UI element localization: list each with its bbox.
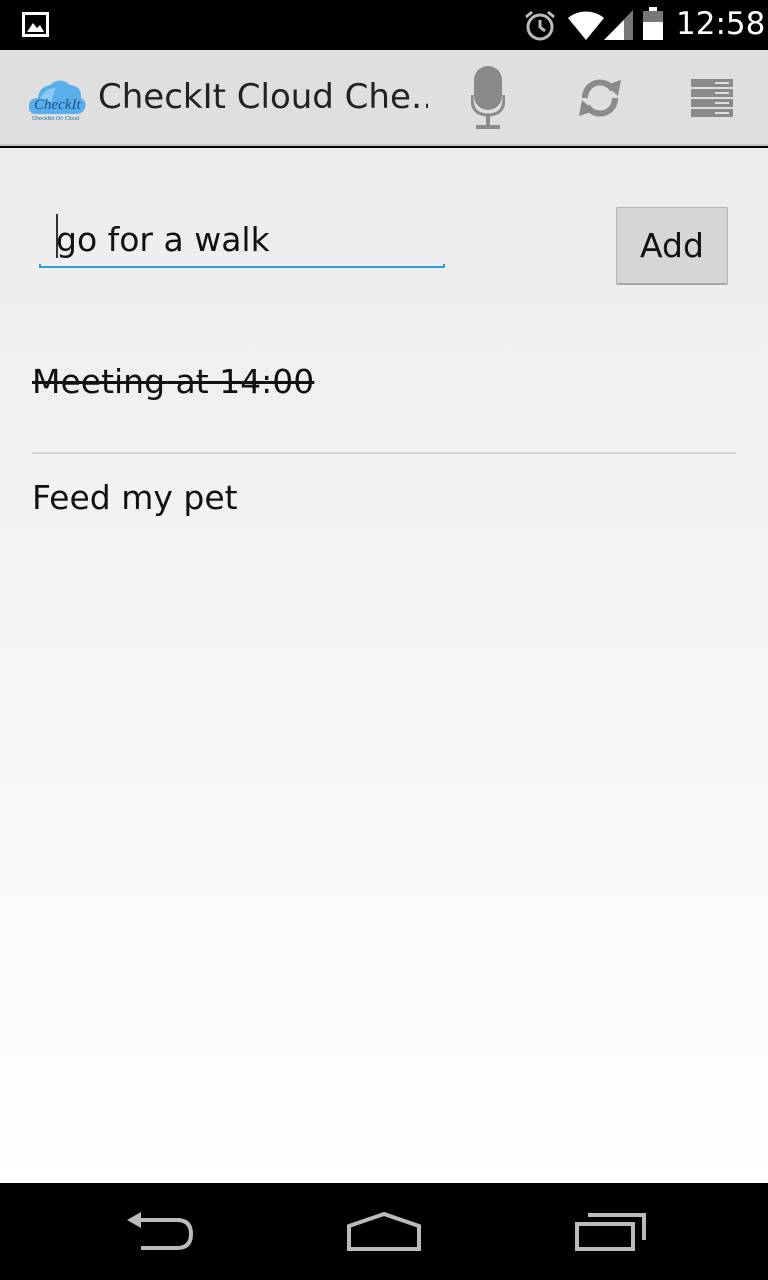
task-item-completed[interactable]: Meeting at 14:00 xyxy=(32,338,736,454)
new-task-input[interactable] xyxy=(40,210,444,268)
battery-icon xyxy=(643,7,663,40)
wifi-icon xyxy=(568,11,604,40)
mic-icon xyxy=(471,66,505,129)
app-logo-text: CheckIt xyxy=(34,97,81,113)
navigation-bar xyxy=(0,1183,768,1280)
task-item[interactable]: Feed my pet xyxy=(32,454,736,570)
input-underline xyxy=(39,264,445,268)
image-notification-icon xyxy=(22,12,49,37)
status-bar: 12:58 xyxy=(0,0,768,50)
app-title: CheckIt Cloud Che… xyxy=(98,77,428,117)
back-icon xyxy=(127,1211,194,1250)
alarm-icon xyxy=(525,10,555,41)
overflow-menu-button[interactable] xyxy=(664,50,760,146)
back-button[interactable] xyxy=(90,1183,230,1280)
action-bar: CheckIt Checklist On Cloud CheckIt Cloud… xyxy=(0,50,768,146)
status-clock: 12:58 xyxy=(676,6,766,42)
main-content: Add Meeting at 14:00 Feed my pet xyxy=(0,148,768,1183)
overflow-menu-icon xyxy=(691,79,733,117)
voice-input-button[interactable] xyxy=(440,50,536,146)
sync-icon xyxy=(579,79,621,117)
sync-button[interactable] xyxy=(552,50,648,146)
home-icon xyxy=(347,1211,421,1251)
recents-icon xyxy=(575,1212,646,1251)
home-button[interactable] xyxy=(314,1183,454,1280)
text-cursor xyxy=(56,214,58,258)
add-task-button[interactable]: Add xyxy=(616,207,728,285)
recents-button[interactable] xyxy=(540,1183,680,1280)
app-logo-subtext: Checklist On Cloud xyxy=(32,116,79,122)
task-list: Meeting at 14:00 Feed my pet xyxy=(32,338,736,570)
signal-icon xyxy=(604,10,633,40)
app-logo-icon[interactable]: CheckIt Checklist On Cloud xyxy=(26,74,88,124)
